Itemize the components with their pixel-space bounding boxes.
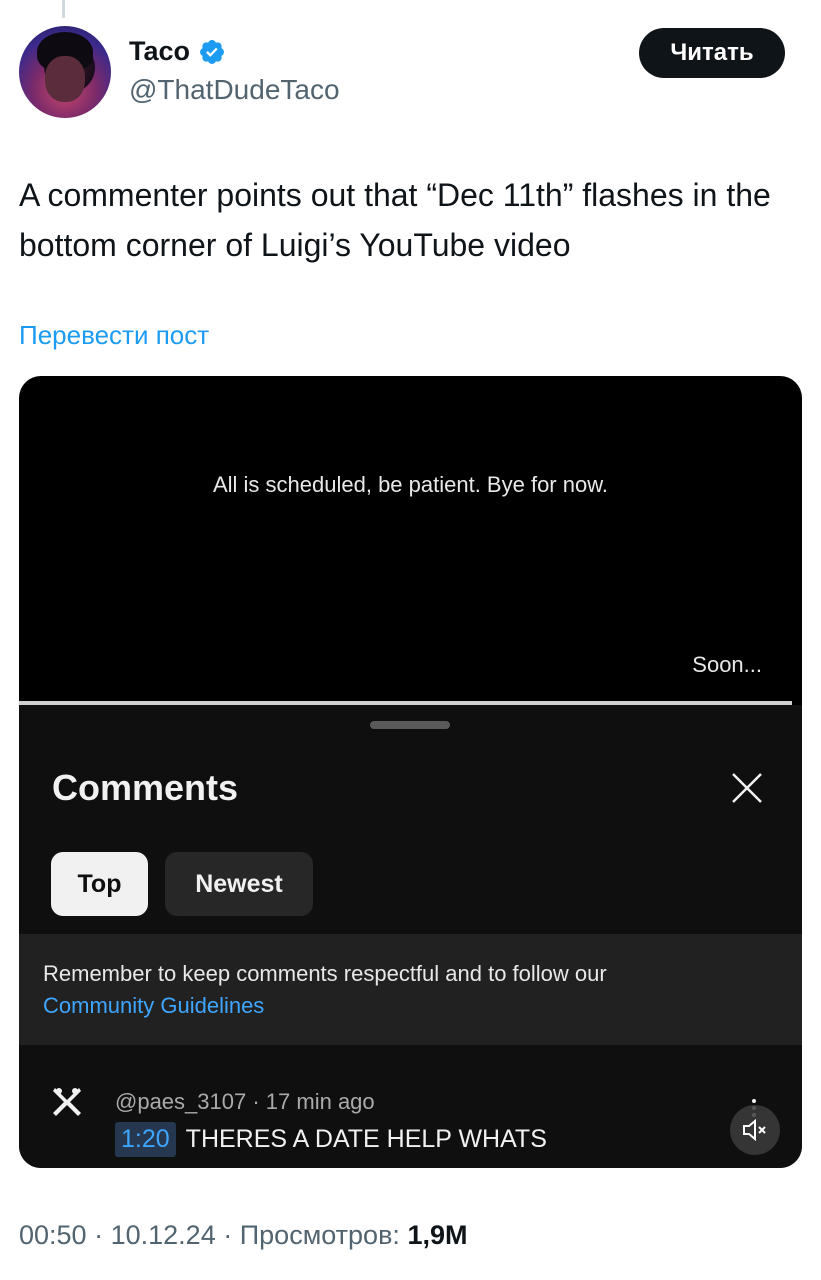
comment-text: 1:20 THERES A DATE HELP WHATS: [115, 1122, 547, 1157]
mute-icon: [743, 1119, 766, 1141]
author-handle[interactable]: @ThatDudeTaco: [129, 74, 340, 106]
tweet-footer-meta: 00:50 · 10.12.24 · Просмотров: 1,9M: [19, 1220, 467, 1251]
comments-title: Comments: [52, 767, 239, 808]
notice-text: Remember to keep comments respectful and…: [43, 958, 763, 1022]
chip-newest[interactable]: Newest: [165, 852, 313, 916]
translate-post-link[interactable]: Перевести пост: [19, 320, 209, 351]
x-shaped-avatar-icon[interactable]: [47, 1082, 87, 1122]
drag-handle[interactable]: [370, 721, 450, 729]
follow-button[interactable]: Читать: [639, 28, 785, 78]
views-label: Просмотров:: [239, 1220, 400, 1250]
community-notice: Remember to keep comments respectful and…: [19, 934, 802, 1045]
comments-sheet: Comments Top Newest Remember to keep com…: [19, 705, 802, 1168]
comment-author[interactable]: @paes_3107: [115, 1089, 246, 1114]
author-name[interactable]: Taco: [129, 36, 190, 67]
tweet-media-video[interactable]: All is scheduled, be patient. Bye for no…: [19, 376, 802, 1168]
chip-top[interactable]: Top: [51, 852, 148, 916]
video-corner-text: Soon...: [692, 652, 762, 677]
views-count[interactable]: 1,9M: [407, 1220, 467, 1250]
video-caption: All is scheduled, be patient. Bye for no…: [212, 472, 608, 497]
avatar-face: [45, 56, 85, 102]
thread-connector-line: [62, 0, 65, 18]
meta-separator: ·: [252, 1089, 260, 1114]
comment-time: 17 min ago: [265, 1089, 375, 1114]
comment-body: THERES A DATE HELP WHATS: [185, 1125, 547, 1153]
tweet-text: A commenter points out that “Dec 11th” f…: [19, 177, 771, 263]
author-avatar[interactable]: [19, 26, 111, 118]
footer-separator: ·: [94, 1220, 104, 1250]
comment-timestamp-link[interactable]: 1:20: [115, 1122, 176, 1157]
post-date[interactable]: 10.12.24: [111, 1220, 216, 1250]
footer-separator: ·: [223, 1220, 233, 1250]
close-icon[interactable]: [728, 769, 766, 807]
author-name-row: Taco: [129, 36, 226, 67]
notice-message: Remember to keep comments respectful and…: [43, 961, 607, 986]
verified-badge-icon: [200, 39, 224, 64]
community-guidelines-link[interactable]: Community Guidelines: [43, 993, 264, 1018]
mute-button[interactable]: [730, 1105, 780, 1155]
comment-meta: @paes_3107 · 17 min ago: [115, 1089, 375, 1115]
post-time[interactable]: 00:50: [19, 1220, 87, 1250]
